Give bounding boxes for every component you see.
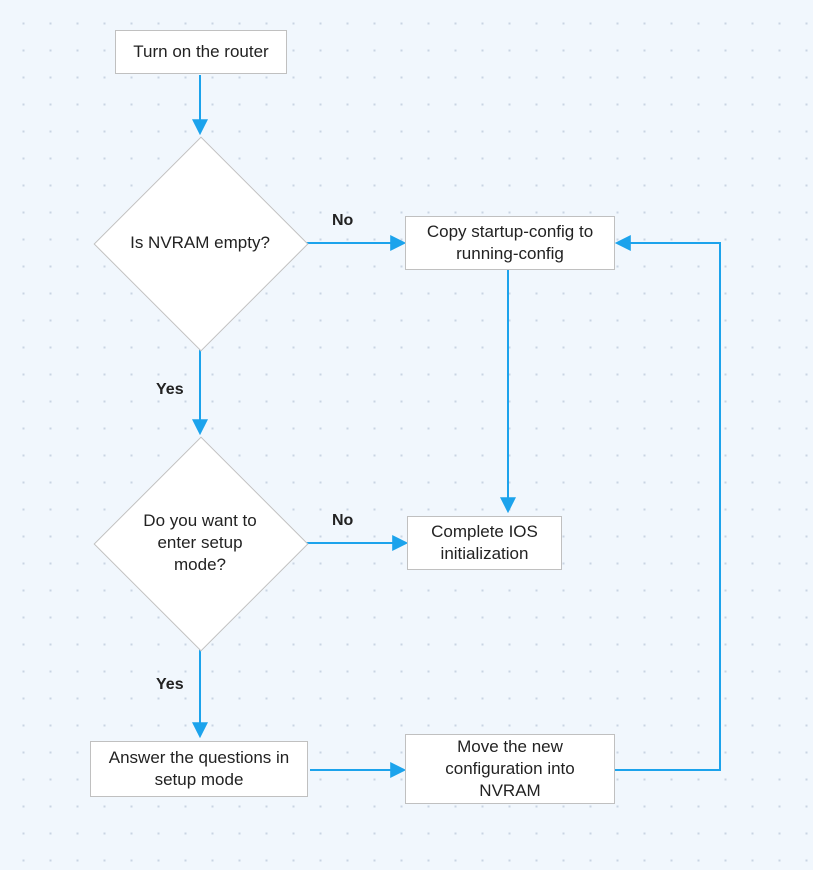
node-d2: Do you want to enter setup mode? (94, 437, 306, 649)
edge-label-d2-yes: Yes (156, 676, 184, 694)
edge-label-d1-no: No (332, 212, 353, 230)
node-ios-label: Complete IOS initialization (418, 521, 551, 565)
node-copy: Copy startup-config to running-config (405, 216, 615, 270)
node-start: Turn on the router (115, 30, 287, 74)
flowchart-canvas: Turn on the router Is NVRAM empty? Copy … (0, 0, 813, 870)
node-ios: Complete IOS initialization (407, 516, 562, 570)
node-answer-label: Answer the questions in setup mode (101, 747, 297, 791)
node-d1-label: Is NVRAM empty? (130, 232, 270, 254)
node-answer: Answer the questions in setup mode (90, 741, 308, 797)
node-copy-label: Copy startup-config to running-config (416, 221, 604, 265)
edge-label-d1-yes: Yes (156, 381, 184, 399)
node-move-label: Move the new configuration into NVRAM (416, 736, 604, 802)
edge-label-d2-no: No (332, 512, 353, 530)
node-move: Move the new configuration into NVRAM (405, 734, 615, 804)
node-d1: Is NVRAM empty? (94, 137, 306, 349)
edge-move-copy (615, 243, 720, 770)
node-d2-label: Do you want to enter setup mode? (134, 510, 266, 576)
node-start-label: Turn on the router (133, 41, 268, 63)
